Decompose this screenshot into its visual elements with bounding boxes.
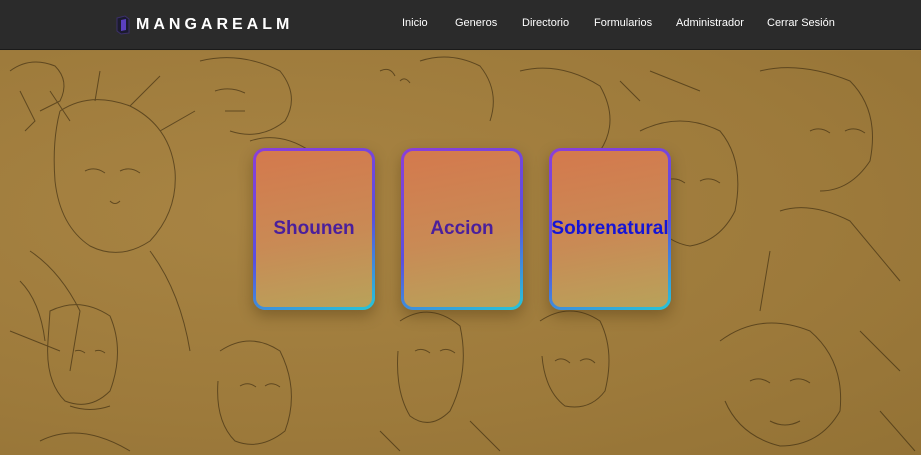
genre-card-label: Sobrenatural	[551, 218, 669, 239]
genre-card-label: Accion	[430, 218, 494, 239]
genre-card-accion[interactable]: Accion	[401, 148, 523, 310]
nav-generos[interactable]: Generos	[455, 17, 497, 29]
genre-card-label: Shounen	[273, 218, 355, 239]
nav-formularios[interactable]: Formularios	[594, 17, 652, 29]
nav-directorio[interactable]: Directorio	[522, 17, 569, 29]
genre-card-face: Accion	[404, 151, 520, 307]
genres-section: Shounen Accion Sobrenatural	[0, 51, 921, 455]
genre-card-sobrenatural[interactable]: Sobrenatural	[549, 148, 671, 310]
nav-menu: Inicio Generos Directorio Formularios Ad…	[0, 0, 921, 50]
genre-card-shounen[interactable]: Shounen	[253, 148, 375, 310]
genre-card-face: Sobrenatural	[551, 151, 669, 307]
nav-cerrar-sesion[interactable]: Cerrar Sesión	[767, 17, 835, 29]
top-navbar: MANGAREALM Inicio Generos Directorio For…	[0, 0, 921, 50]
nav-inicio[interactable]: Inicio	[402, 17, 428, 29]
nav-administrador[interactable]: Administrador	[676, 17, 744, 29]
genre-card-face: Shounen	[256, 151, 372, 307]
